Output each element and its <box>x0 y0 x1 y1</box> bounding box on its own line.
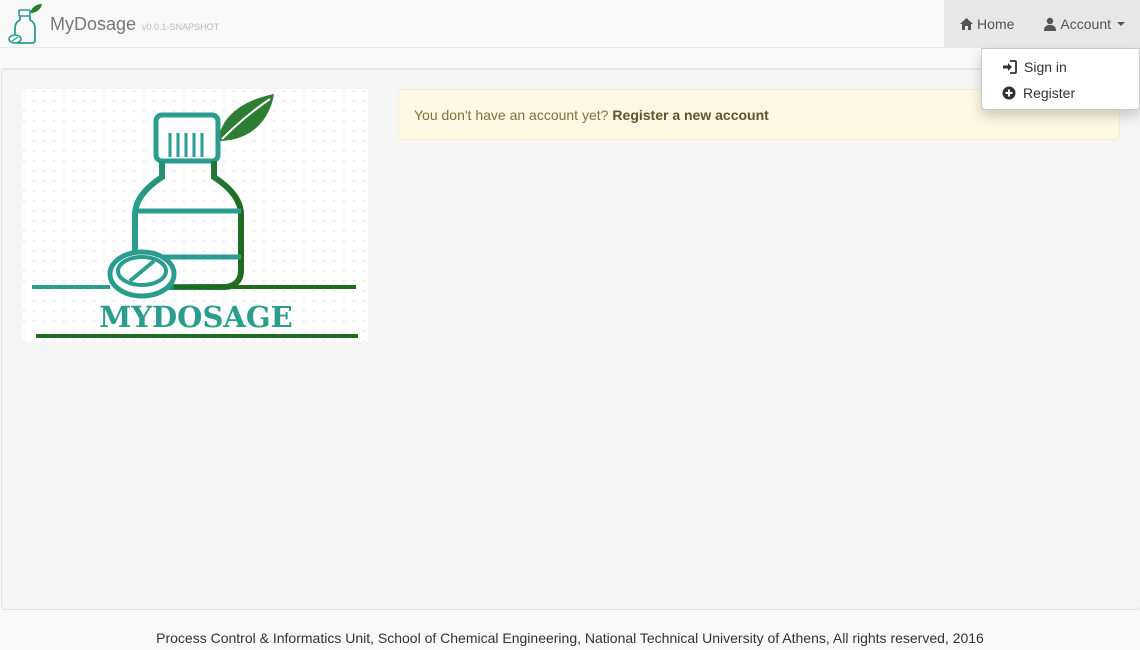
register-link[interactable]: Register a new account <box>612 107 768 123</box>
brand-logo-icon <box>8 4 42 44</box>
nav-account-toggle[interactable]: Account <box>1028 0 1140 47</box>
account-dropdown-menu: Sign in Register <box>981 48 1140 110</box>
plus-circle-icon <box>1002 86 1016 100</box>
nav-account-label: Account <box>1060 15 1111 32</box>
brand-link[interactable]: MyDosage v0.0.1-SNAPSHOT <box>6 3 219 45</box>
nav-home-label: Home <box>977 15 1015 32</box>
logo-wordmark: MYDOSAGE <box>99 300 293 334</box>
mydosage-logo-image: MYDOSAGE <box>22 89 368 342</box>
caret-down-icon <box>1117 22 1125 26</box>
home-icon <box>960 17 974 30</box>
user-icon <box>1044 17 1057 31</box>
brand-name: MyDosage <box>50 13 137 34</box>
nav-right: Home Account <box>944 0 1140 47</box>
nav-home[interactable]: Home <box>944 0 1029 47</box>
menu-item-sign-in-label: Sign in <box>1024 59 1067 75</box>
menu-item-register-label: Register <box>1023 85 1076 101</box>
alert-text: You don't have an account yet? <box>414 106 609 123</box>
brand-version: v0.0.1-SNAPSHOT <box>142 22 220 32</box>
footer: Process Control & Informatics Unit, Scho… <box>156 630 984 646</box>
navbar: MyDosage v0.0.1-SNAPSHOT Home Account <box>0 0 1140 48</box>
sign-in-icon <box>1003 60 1017 74</box>
mydosage-logo-icon: MYDOSAGE <box>22 89 368 342</box>
main-content: MYDOSAGE You don't have an account yet? … <box>1 68 1140 610</box>
menu-item-sign-in[interactable]: Sign in <box>982 54 1139 80</box>
menu-item-register[interactable]: Register <box>982 80 1139 106</box>
